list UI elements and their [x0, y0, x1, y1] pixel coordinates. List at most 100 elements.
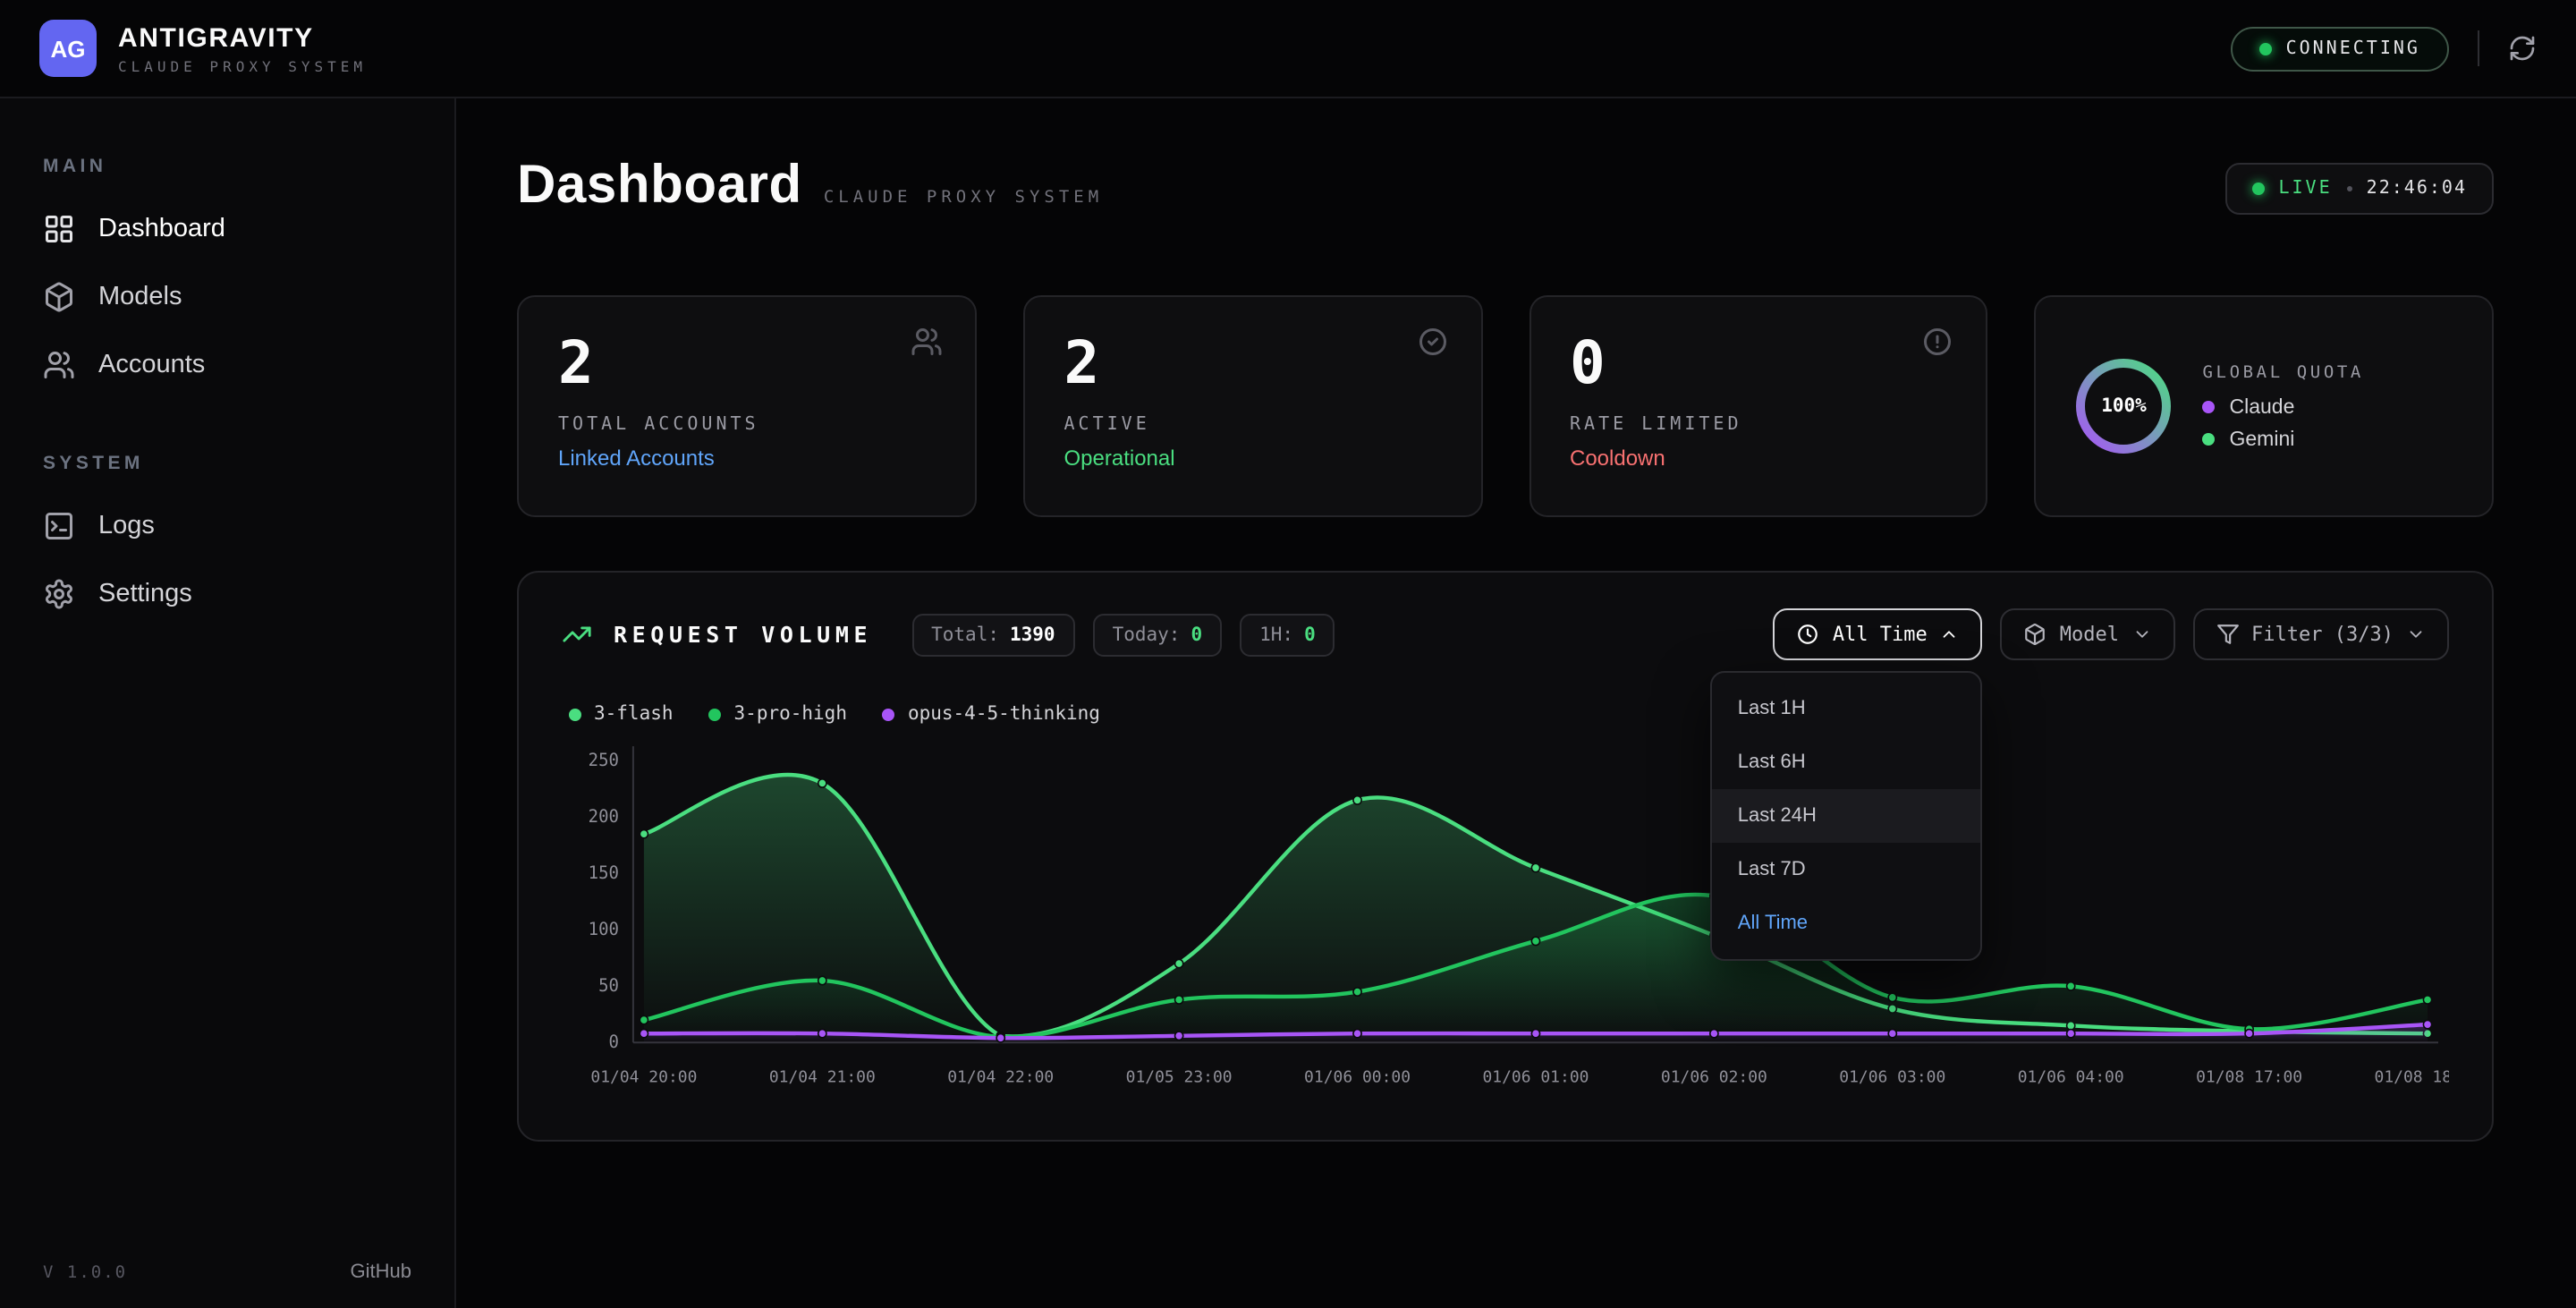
live-dot-icon [2251, 183, 2264, 195]
sidebar-section-main: MAIN [43, 156, 411, 177]
sidebar-item-label: Settings [98, 580, 192, 608]
chart-legend: 3-flash 3-pro-high opus-4-5-thinking [569, 703, 2449, 725]
legend-dot-icon [569, 708, 581, 720]
quota-legend-label: Claude [2230, 396, 2295, 418]
check-circle-icon [1416, 326, 1448, 358]
svg-text:01/08 17:00: 01/08 17:00 [2196, 1068, 2302, 1087]
stat-label: RATE LIMITED [1570, 415, 1947, 435]
topbar-divider [2478, 30, 2479, 66]
sidebar-item-label: Accounts [98, 351, 205, 379]
github-link[interactable]: GitHub [351, 1261, 412, 1283]
svg-text:01/08 18:00: 01/08 18:00 [2375, 1068, 2449, 1087]
stat-card-total-accounts: 2 TOTAL ACCOUNTS Linked Accounts [517, 295, 977, 517]
svg-text:250: 250 [589, 751, 619, 770]
svg-text:01/04 20:00: 01/04 20:00 [590, 1068, 697, 1087]
claude-dot-icon [2203, 401, 2216, 413]
sidebar-section-system: SYSTEM [43, 453, 411, 474]
dashboard-icon [43, 213, 75, 245]
page-title: Dashboard [517, 156, 802, 217]
app-title: ANTIGRAVITY [118, 22, 367, 53]
sidebar-item-label: Dashboard [98, 215, 225, 243]
stat-sublabel: Cooldown [1570, 446, 1947, 471]
sidebar-item-logs[interactable]: Logs [0, 492, 454, 560]
sidebar-footer: V 1.0.0 GitHub [43, 1261, 411, 1283]
sidebar-item-settings[interactable]: Settings [0, 560, 454, 628]
stat-sublabel: Linked Accounts [558, 446, 936, 471]
svg-text:50: 50 [598, 976, 619, 996]
dropdown-item-last-24h[interactable]: Last 24H [1713, 789, 1981, 843]
app-root: AG ANTIGRAVITY CLAUDE PROXY SYSTEM CONNE… [0, 0, 2576, 1308]
live-label: LIVE [2278, 179, 2332, 199]
chevron-down-icon [2131, 624, 2151, 644]
separator-dot-icon [2347, 186, 2352, 191]
time-dropdown: Last 1HLast 6HLast 24HLast 7DAll Time [1711, 671, 1983, 961]
gemini-dot-icon [2203, 433, 2216, 446]
filter-button[interactable]: Filter (3/3) [2192, 608, 2449, 660]
legend-item-3-flash[interactable]: 3-flash [569, 703, 674, 725]
stat-sublabel: Operational [1064, 446, 1442, 471]
today-badge: Today: 0 [1093, 613, 1223, 656]
stat-value: 2 [1064, 333, 1442, 392]
topbar: AG ANTIGRAVITY CLAUDE PROXY SYSTEM CONNE… [0, 0, 2576, 98]
legend-dot-icon [883, 708, 895, 720]
svg-text:0: 0 [609, 1032, 619, 1052]
svg-text:100: 100 [589, 920, 619, 939]
chart-title: REQUEST VOLUME [614, 621, 872, 648]
package-icon [43, 281, 75, 313]
model-filter-label: Model [2060, 623, 2119, 646]
svg-text:200: 200 [589, 807, 619, 827]
quota-ring: 100% [2072, 354, 2176, 458]
sidebar: MAIN Dashboard Models Accounts SYSTEM Lo… [0, 98, 456, 1308]
clock-icon [1797, 623, 1820, 646]
chart-controls: All Time Last 1HLast 6HLast 24HLast 7DAl… [1774, 608, 2449, 660]
time-range-button[interactable]: All Time [1774, 608, 1983, 660]
dropdown-item-all-time[interactable]: All Time [1713, 896, 1981, 950]
refresh-button[interactable] [2508, 34, 2537, 63]
users-icon [911, 326, 943, 358]
alert-circle-icon [1922, 326, 1954, 358]
app-subtitle: CLAUDE PROXY SYSTEM [118, 58, 367, 74]
sidebar-item-models[interactable]: Models [0, 263, 454, 331]
svg-text:150: 150 [589, 863, 619, 883]
users-icon [43, 349, 75, 381]
connection-status-label: CONNECTING [2286, 38, 2420, 58]
stat-value: 0 [1570, 333, 1947, 392]
terminal-icon [43, 510, 75, 542]
sidebar-item-label: Models [98, 283, 182, 311]
stat-label: ACTIVE [1064, 415, 1442, 435]
stat-label: TOTAL ACCOUNTS [558, 415, 936, 435]
quota-legend-gemini: Gemini [2203, 429, 2364, 450]
dropdown-item-last-6h[interactable]: Last 6H [1713, 735, 1981, 789]
svg-text:01/06 01:00: 01/06 01:00 [1482, 1068, 1589, 1087]
svg-text:01/04 21:00: 01/04 21:00 [769, 1068, 876, 1087]
status-dot-icon [2259, 42, 2272, 55]
quota-percent: 100% [2072, 354, 2176, 458]
legend-item-3-pro-high[interactable]: 3-pro-high [709, 703, 847, 725]
legend-dot-icon [709, 708, 722, 720]
sidebar-item-label: Logs [98, 512, 155, 540]
dropdown-item-last-1h[interactable]: Last 1H [1713, 682, 1981, 735]
stat-card-active: 2 ACTIVE Operational [1023, 295, 1483, 517]
svg-text:01/06 00:00: 01/06 00:00 [1304, 1068, 1411, 1087]
stat-value: 2 [558, 333, 936, 392]
quota-label: GLOBAL QUOTA [2203, 362, 2364, 382]
connection-status-pill[interactable]: CONNECTING [2231, 26, 2449, 71]
sidebar-item-dashboard[interactable]: Dashboard [0, 195, 454, 263]
svg-text:01/06 04:00: 01/06 04:00 [2018, 1068, 2124, 1087]
chart-header: REQUEST VOLUME Total: 1390 Today: 0 1H: … [562, 608, 2449, 660]
request-volume-card: REQUEST VOLUME Total: 1390 Today: 0 1H: … [517, 571, 2494, 1142]
stats-grid: 2 TOTAL ACCOUNTS Linked Accounts 2 ACTIV… [517, 295, 2494, 517]
chevron-down-icon [2406, 624, 2426, 644]
dropdown-item-last-7d[interactable]: Last 7D [1713, 843, 1981, 896]
svg-text:01/06 02:00: 01/06 02:00 [1661, 1068, 1767, 1087]
brand: AG ANTIGRAVITY CLAUDE PROXY SYSTEM [39, 20, 367, 77]
app-logo: AG [39, 20, 97, 77]
one-hour-badge: 1H: 0 [1240, 613, 1335, 656]
chart-badges: Total: 1390 Today: 0 1H: 0 [911, 613, 1335, 656]
svg-text:01/06 03:00: 01/06 03:00 [1839, 1068, 1945, 1087]
legend-item-opus-4-5-thinking[interactable]: opus-4-5-thinking [883, 703, 1100, 725]
sidebar-item-accounts[interactable]: Accounts [0, 331, 454, 399]
model-filter-button[interactable]: Model [2001, 608, 2174, 660]
quota-legend-claude: Claude [2203, 396, 2364, 418]
trending-up-icon [562, 619, 592, 650]
